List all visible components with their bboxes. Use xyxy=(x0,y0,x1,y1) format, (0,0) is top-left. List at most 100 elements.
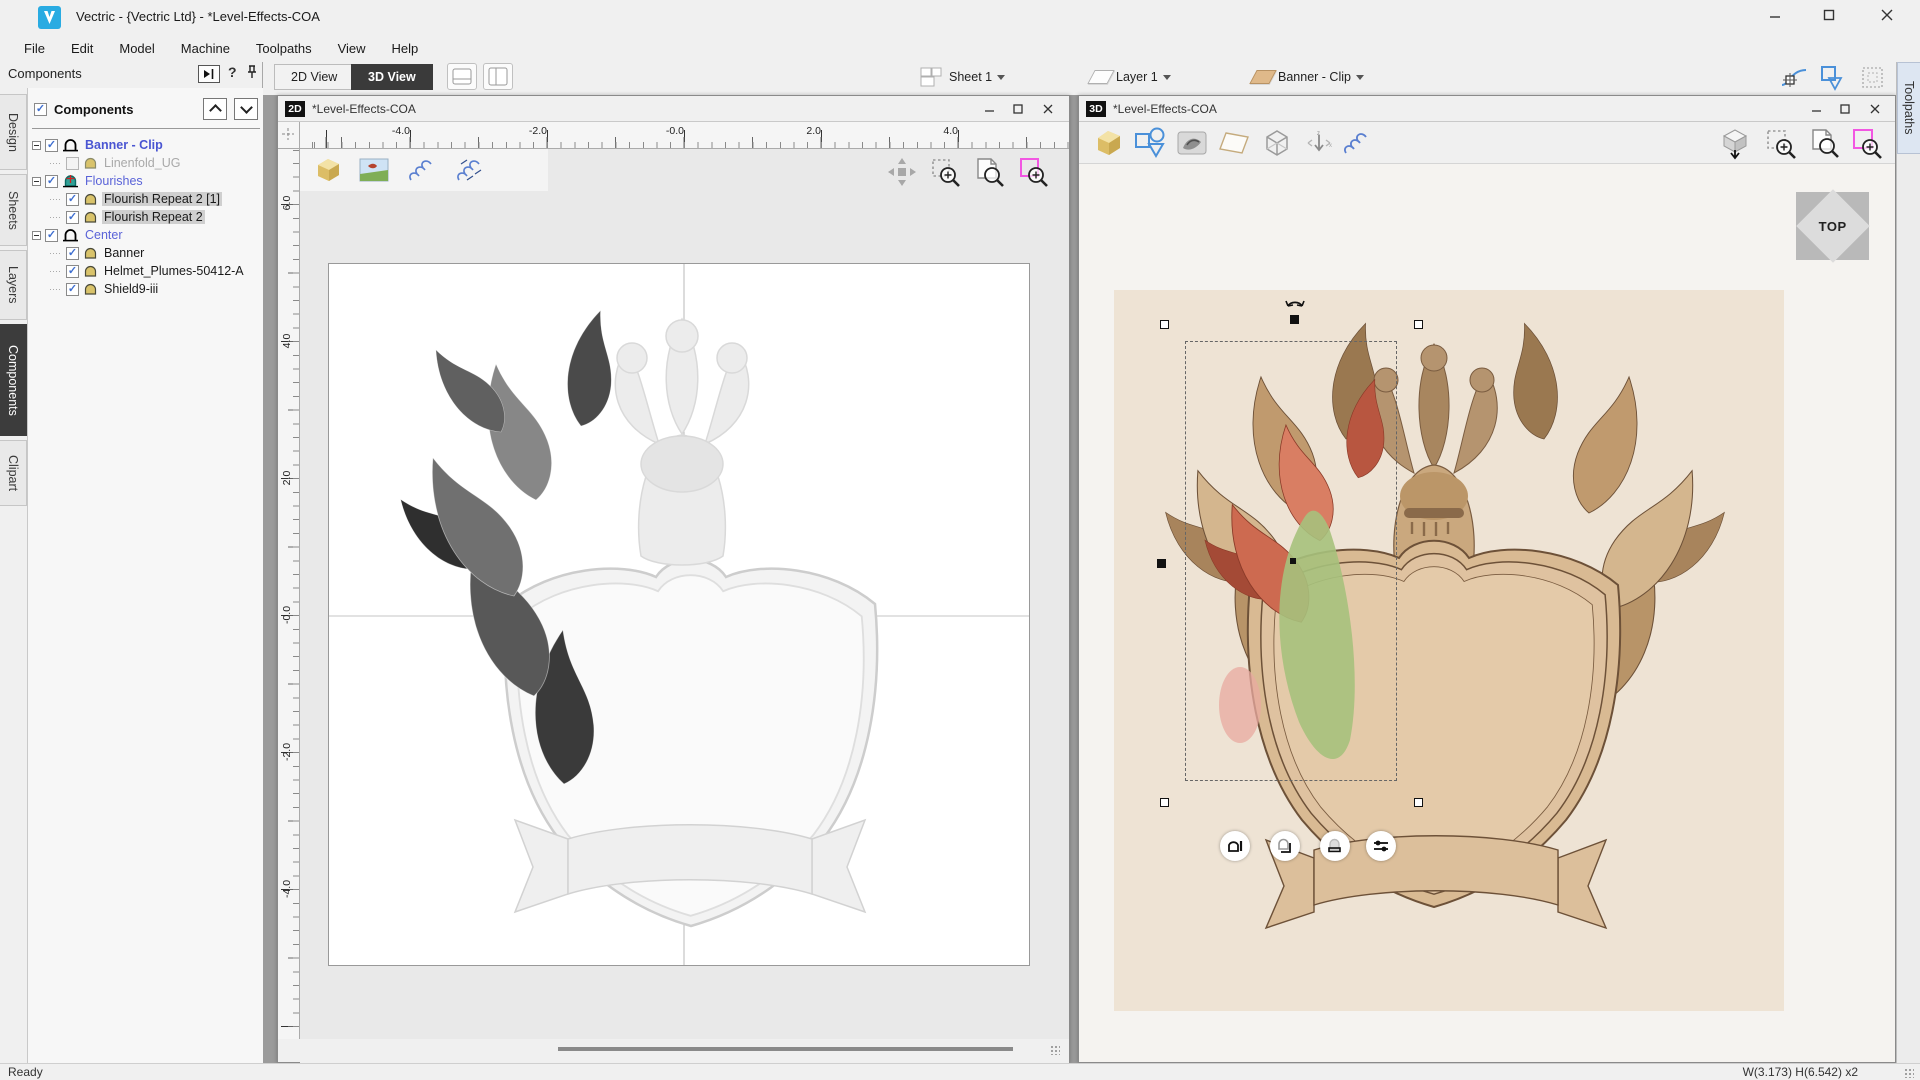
tree-item-banner-clip[interactable]: ✓ Banner - Clip xyxy=(32,136,262,154)
horizontal-scrollbar[interactable] xyxy=(558,1047,1013,1051)
view-3d-titlebar[interactable]: 3D *Level-Effects-COA xyxy=(1079,96,1895,122)
menu-file[interactable]: File xyxy=(12,37,57,60)
visibility-checkbox[interactable]: ✓ xyxy=(66,264,79,278)
tree-item-helmet-plumes[interactable]: ✓ Helmet_Plumes-50412-A xyxy=(32,262,262,280)
combine-add-button[interactable] xyxy=(1220,831,1250,861)
visibility-checkbox[interactable]: ✓ xyxy=(66,210,79,224)
maximize-button[interactable] xyxy=(1006,99,1030,119)
tab-2d-view[interactable]: 2D View xyxy=(274,64,355,90)
selection-handle-left-middle[interactable] xyxy=(1157,559,1166,568)
menu-view[interactable]: View xyxy=(326,37,378,60)
tree-item-flourishes[interactable]: ✓ Flourishes xyxy=(32,172,262,190)
close-button[interactable] xyxy=(1863,99,1887,119)
bitmap-preview-icon[interactable] xyxy=(356,155,392,185)
toolpath-drawing-icon[interactable] xyxy=(1337,126,1375,160)
view-3d-viewport[interactable]: TOP xyxy=(1079,164,1895,1062)
selection-handle-top-center[interactable] xyxy=(1290,315,1299,324)
zoom-box-icon[interactable] xyxy=(928,155,964,189)
snap-to-geometry-icon[interactable] xyxy=(1816,64,1848,92)
window-resize-grip[interactable] xyxy=(1904,1068,1914,1078)
view-orientation-cube[interactable]: TOP xyxy=(1795,189,1870,263)
visibility-checkbox[interactable]: ✓ xyxy=(45,138,58,152)
menu-edit[interactable]: Edit xyxy=(59,37,105,60)
side-tab-clipart[interactable]: Clipart xyxy=(0,440,27,506)
visibility-checkbox[interactable]: ✓ xyxy=(45,174,58,188)
selection-center-point[interactable] xyxy=(1290,558,1296,564)
side-tab-components[interactable]: Components xyxy=(0,324,27,436)
components-master-checkbox[interactable]: ✓ xyxy=(34,102,47,116)
flat-plane-icon[interactable] xyxy=(1215,128,1253,158)
visibility-checkbox[interactable] xyxy=(66,156,79,170)
visibility-checkbox[interactable]: ✓ xyxy=(66,282,79,296)
combine-subtract-button[interactable] xyxy=(1270,831,1300,861)
menu-help[interactable]: Help xyxy=(380,37,431,60)
drape-z-axis-icon[interactable]: zx xyxy=(1301,128,1337,158)
tree-item-center[interactable]: ✓ Center xyxy=(32,226,262,244)
level-selector[interactable]: Banner - Clip xyxy=(1249,65,1364,89)
zoom-box-icon[interactable] xyxy=(1761,126,1801,160)
tree-item-banner[interactable]: ✓ Banner xyxy=(32,244,262,262)
tree-item-shield9[interactable]: ✓ Shield9-iii xyxy=(32,280,262,298)
pin-icon[interactable] xyxy=(246,64,258,85)
visibility-checkbox[interactable]: ✓ xyxy=(45,228,58,242)
rotate-handle-icon[interactable] xyxy=(1285,296,1305,314)
pan-view-icon[interactable] xyxy=(884,155,920,189)
minimize-button[interactable] xyxy=(978,99,1002,119)
selection-handle-top-right[interactable] xyxy=(1414,320,1423,329)
minimize-button[interactable] xyxy=(1805,99,1829,119)
toolpath-drawing-2-icon[interactable] xyxy=(452,153,488,187)
close-button[interactable] xyxy=(1036,99,1060,119)
menu-toolpaths[interactable]: Toolpaths xyxy=(244,37,324,60)
selection-handle-top-left[interactable] xyxy=(1160,320,1169,329)
snap-grid-icon-disabled[interactable] xyxy=(1857,64,1889,92)
selection-handle-bottom-right[interactable] xyxy=(1414,798,1423,807)
tree-item-linenfold[interactable]: Linenfold_UG xyxy=(32,154,262,172)
menu-machine[interactable]: Machine xyxy=(169,37,242,60)
layer-selector[interactable]: Layer 1 xyxy=(1087,65,1171,89)
sheet-selector[interactable]: Sheet 1 xyxy=(918,65,1006,89)
material-block-icon[interactable] xyxy=(1089,126,1127,160)
maximize-button[interactable] xyxy=(1806,0,1852,30)
combine-merge-button[interactable] xyxy=(1320,831,1350,861)
view-2d-titlebar[interactable]: 2D *Level-Effects-COA xyxy=(278,96,1069,122)
visibility-checkbox[interactable]: ✓ xyxy=(66,246,79,260)
snap-to-curve-icon[interactable] xyxy=(1778,64,1810,92)
expand-toggle-icon[interactable] xyxy=(32,176,41,186)
tree-item-flourish-repeat-2-1[interactable]: ✓ Flourish Repeat 2 [1] xyxy=(32,190,262,208)
job-area-2d[interactable] xyxy=(328,263,1030,966)
component-properties-button[interactable] xyxy=(1366,831,1396,861)
zoom-to-drawing-icon[interactable] xyxy=(1805,126,1845,160)
help-icon[interactable]: ? xyxy=(228,64,237,80)
tree-item-flourish-repeat-2[interactable]: ✓ Flourish Repeat 2 xyxy=(32,208,262,226)
visibility-checkbox[interactable]: ✓ xyxy=(66,192,79,206)
minimize-button[interactable] xyxy=(1752,0,1798,30)
single-pane-layout-button[interactable] xyxy=(447,63,477,90)
svg-text:x: x xyxy=(1329,143,1332,149)
maximize-button[interactable] xyxy=(1833,99,1857,119)
resize-grip[interactable] xyxy=(1050,1045,1060,1055)
move-down-button[interactable] xyxy=(234,98,258,120)
expand-toggle-icon[interactable] xyxy=(32,140,41,150)
side-tab-design[interactable]: Design xyxy=(0,94,27,170)
tab-3d-view[interactable]: 3D View xyxy=(351,64,433,90)
zoom-to-drawing-icon[interactable] xyxy=(972,155,1008,189)
toolpath-drawing-icon[interactable] xyxy=(404,153,440,187)
selection-handle-bottom-left[interactable] xyxy=(1160,798,1169,807)
collapse-panel-icon[interactable] xyxy=(198,65,220,83)
side-tab-layers[interactable]: Layers xyxy=(0,250,27,320)
zoom-to-selection-icon[interactable] xyxy=(1847,126,1887,160)
split-pane-layout-button[interactable] xyxy=(483,63,513,90)
side-tab-sheets[interactable]: Sheets xyxy=(0,174,27,246)
zoom-to-selection-icon[interactable] xyxy=(1016,155,1052,189)
toolpaths-tab[interactable]: Toolpaths xyxy=(1897,62,1920,154)
set-view-direction-icon[interactable] xyxy=(1715,125,1755,161)
wireframe-cube-icon[interactable] xyxy=(1257,126,1295,160)
move-up-button[interactable] xyxy=(203,98,227,120)
menu-model[interactable]: Model xyxy=(107,37,166,60)
material-block-icon[interactable] xyxy=(310,153,346,187)
relief-preview-icon[interactable] xyxy=(1173,127,1211,159)
draw-shapes-icon[interactable] xyxy=(1131,126,1169,160)
view-2d-canvas[interactable] xyxy=(300,149,1069,1039)
expand-toggle-icon[interactable] xyxy=(32,230,41,240)
close-button[interactable] xyxy=(1864,0,1910,30)
